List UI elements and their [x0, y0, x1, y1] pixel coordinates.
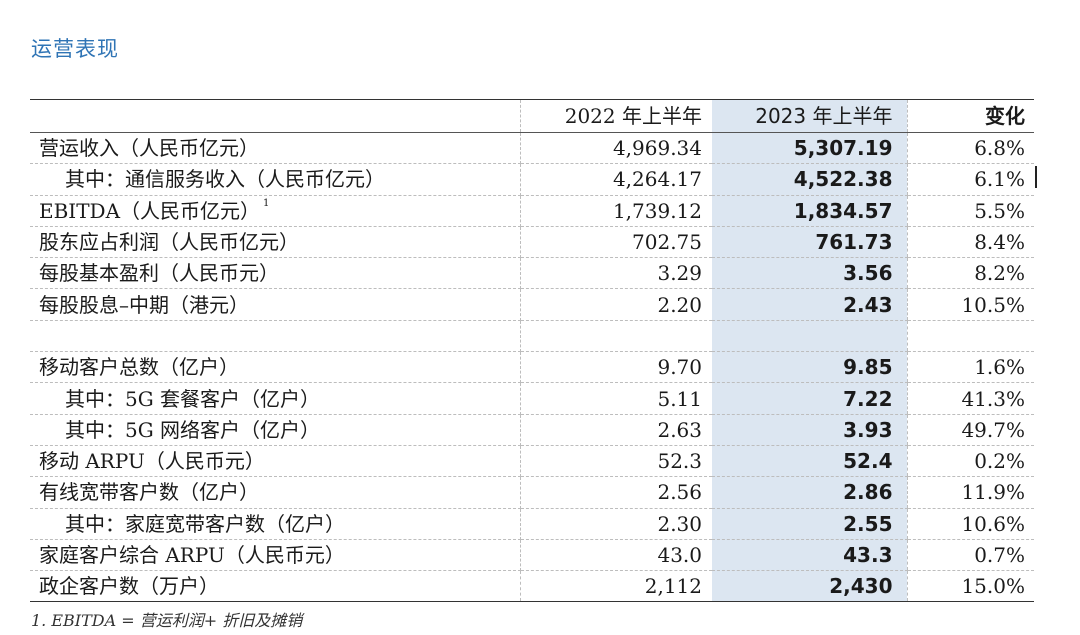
row-label	[30, 320, 521, 353]
value-2023: 3.56	[712, 257, 907, 290]
row-label: 其中：5G 套餐客户（亿户）	[30, 382, 521, 415]
value-2022	[520, 320, 712, 353]
table-row: 每股股息–中期（港元） 2.20 2.43 10.5%	[30, 288, 1034, 321]
value-2023: 1,834.57	[712, 195, 907, 227]
header-2023-h1: 2023 年上半年	[712, 99, 907, 133]
value-change: 8.4%	[906, 226, 1034, 259]
value-change: 15.0%	[906, 570, 1034, 603]
value-2023: 5,307.19	[712, 132, 907, 165]
table-spacer-row	[30, 320, 1034, 353]
header-label	[30, 99, 521, 133]
row-label: 每股基本盈利（人民币元）	[30, 257, 521, 290]
row-label: 其中：家庭宽带客户数（亿户）	[30, 508, 521, 540]
value-2022: 2.20	[520, 288, 712, 321]
table-row: 营运收入（人民币亿元） 4,969.34 5,307.19 6.8%	[30, 132, 1034, 165]
value-change: 1.6%	[906, 351, 1034, 384]
value-change	[906, 320, 1034, 353]
table-header-row: 2022 年上半年 2023 年上半年 变化	[30, 99, 1034, 133]
value-change: 41.3%	[906, 382, 1034, 415]
section-title: 运营表现	[31, 37, 119, 61]
operating-performance-table: 2022 年上半年 2023 年上半年 变化 营运收入（人民币亿元） 4,969…	[30, 99, 1034, 603]
row-label: 股东应占利润（人民币亿元）	[30, 226, 521, 259]
header-2022-h1: 2022 年上半年	[520, 99, 712, 133]
value-2022: 2.63	[520, 414, 712, 446]
row-label: EBITDA（人民币亿元）	[39, 198, 261, 223]
value-2022: 3.29	[520, 257, 712, 290]
header-change: 变化	[906, 99, 1034, 133]
value-2022: 1,739.12	[520, 195, 712, 227]
table-row: 移动客户总数（亿户） 9.70 9.85 1.6%	[30, 351, 1034, 384]
table-row: 其中：5G 套餐客户（亿户） 5.11 7.22 41.3%	[30, 382, 1034, 415]
table-row: 政企客户数（万户） 2,112 2,430 15.0%	[30, 570, 1034, 603]
value-2023: 2.43	[712, 288, 907, 321]
value-2023: 761.73	[712, 226, 907, 259]
text-cursor	[1035, 166, 1037, 188]
value-change: 0.7%	[906, 539, 1034, 572]
table-row: 家庭客户综合 ARPU（人民币元） 43.0 43.3 0.7%	[30, 539, 1034, 572]
table-row: EBITDA（人民币亿元） 1 1,739.12 1,834.57 5.5%	[30, 195, 1034, 227]
value-change: 10.5%	[906, 288, 1034, 321]
table-row: 其中：通信服务收入（人民币亿元） 4,264.17 4,522.38 6.1%	[30, 163, 1034, 196]
value-2022: 2,112	[520, 570, 712, 603]
footnote: 1. EBITDA = 营运利润+ 折旧及摊销	[31, 611, 303, 630]
value-2023: 2.86	[712, 476, 907, 509]
value-2023: 2.55	[712, 508, 907, 540]
row-label: 每股股息–中期（港元）	[30, 288, 521, 321]
value-2022: 9.70	[520, 351, 712, 384]
table-row: 有线宽带客户数（亿户） 2.56 2.86 11.9%	[30, 476, 1034, 509]
value-2022: 52.3	[520, 445, 712, 478]
value-change: 6.1%	[906, 163, 1034, 196]
value-2023: 9.85	[712, 351, 907, 384]
value-2022: 4,264.17	[520, 163, 712, 196]
value-change: 11.9%	[906, 476, 1034, 509]
row-label: 移动客户总数（亿户）	[30, 351, 521, 384]
table-row: 其中：5G 网络客户（亿户） 2.63 3.93 49.7%	[30, 414, 1034, 446]
row-label-cell: EBITDA（人民币亿元） 1	[30, 195, 521, 227]
row-label: 移动 ARPU（人民币元）	[30, 445, 521, 478]
value-2023: 43.3	[712, 539, 907, 572]
value-change: 10.6%	[906, 508, 1034, 540]
value-2022: 4,969.34	[520, 132, 712, 165]
table-row: 其中：家庭宽带客户数（亿户） 2.30 2.55 10.6%	[30, 508, 1034, 540]
value-2022: 5.11	[520, 382, 712, 415]
row-label: 其中：通信服务收入（人民币亿元）	[30, 163, 521, 196]
value-2023: 7.22	[712, 382, 907, 415]
value-2023: 4,522.38	[712, 163, 907, 196]
value-2023: 2,430	[712, 570, 907, 603]
row-label: 营运收入（人民币亿元）	[30, 132, 521, 165]
table-row: 股东应占利润（人民币亿元） 702.75 761.73 8.4%	[30, 226, 1034, 259]
value-change: 6.8%	[906, 132, 1034, 165]
row-label: 家庭客户综合 ARPU（人民币元）	[30, 539, 521, 572]
table-row: 每股基本盈利（人民币元） 3.29 3.56 8.2%	[30, 257, 1034, 290]
value-change: 0.2%	[906, 445, 1034, 478]
row-label: 政企客户数（万户）	[30, 570, 521, 603]
value-change: 8.2%	[906, 257, 1034, 290]
value-change: 49.7%	[906, 414, 1034, 446]
value-2022: 43.0	[520, 539, 712, 572]
value-2023: 3.93	[712, 414, 907, 446]
row-label: 其中：5G 网络客户（亿户）	[30, 414, 521, 446]
value-2022: 702.75	[520, 226, 712, 259]
value-change: 5.5%	[906, 195, 1034, 227]
row-label: 有线宽带客户数（亿户）	[30, 476, 521, 509]
value-2023: 52.4	[712, 445, 907, 478]
value-2022: 2.56	[520, 476, 712, 509]
value-2022: 2.30	[520, 508, 712, 540]
footnote-marker: 1	[263, 197, 270, 209]
value-2023	[712, 320, 907, 353]
table-row: 移动 ARPU（人民币元） 52.3 52.4 0.2%	[30, 445, 1034, 478]
